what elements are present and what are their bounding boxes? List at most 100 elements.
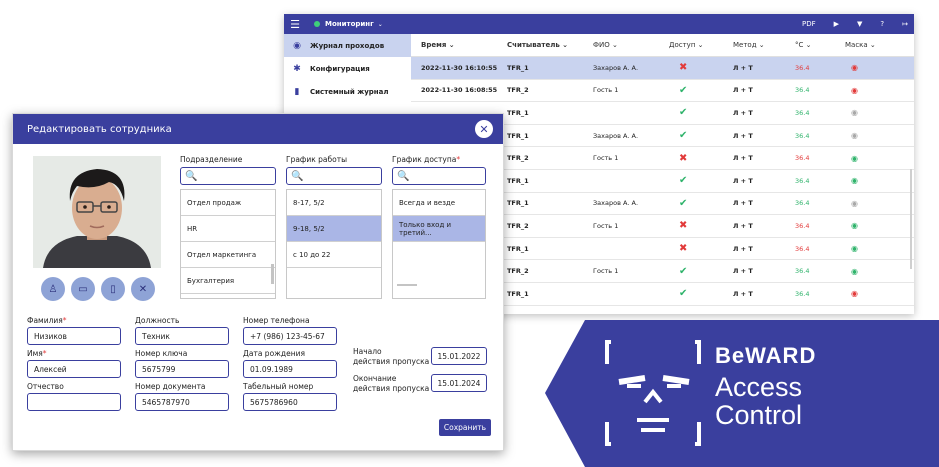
position-field[interactable]: Техник [135,327,229,345]
save-button[interactable]: Сохранить [439,419,491,436]
last-name-field[interactable]: Низиков [27,327,121,345]
card-icon[interactable]: ▭ [71,277,95,301]
time-cell: 2022-11-30 16:08:55 [421,86,498,95]
brand-product-line-1: Access [715,372,803,402]
list-item[interactable]: 8-17, 5/2 [287,190,381,216]
monitoring-title[interactable]: Мониторинг [325,20,374,28]
access-denied-icon: ✖ [679,220,688,232]
list-item[interactable]: с 10 до 22 [287,242,381,268]
reader-cell: TFR_1 [507,63,529,72]
method-cell: Л + Т [733,199,753,208]
column-header-temperature[interactable]: °C ⌄ [795,41,845,49]
close-icon[interactable]: ✕ [475,120,493,138]
access-schedule-list: Всегда и везде Только вход и третий... [392,189,486,299]
work-schedule-label: График работы [286,155,347,164]
fio-cell: Гость 1 [593,154,619,163]
remove-icon[interactable]: ✕ [131,277,155,301]
status-indicator [314,21,320,27]
table-row[interactable]: 2022-11-30 16:10:55 TFR_1 Захаров А. А. ✖ Л … [411,57,914,80]
mask-icon: ◉ [851,63,858,73]
list-item[interactable]: Всегда и везде [393,190,485,216]
gear-icon: ✱ [293,63,301,74]
employee-photo [33,156,161,268]
list-item-selected[interactable]: Только вход и третий... [393,216,485,242]
sidebar-item-label: Журнал проходов [310,41,385,50]
pass-end-field[interactable]: 15.01.2024 [431,374,487,392]
access-granted-icon: ✔ [679,107,688,119]
first-name-label: Имя* [27,349,47,358]
document-number-field[interactable]: 5465787970 [135,393,229,411]
key-number-field[interactable]: 5675799 [135,360,229,378]
reader-cell: TFR_2 [507,267,529,276]
tab-number-field[interactable]: 5675786960 [243,393,337,411]
temperature-cell: 36.4 [795,267,810,276]
fio-cell: Захаров А. А. [593,199,639,208]
table-row[interactable]: 2022-11-30 16:08:55 TFR_2 Гость 1 ✔ Л + Т 36.… [411,80,914,103]
list-item[interactable]: Бухгалтерия [181,268,275,294]
list-item[interactable]: HR [181,216,275,242]
temperature-cell: 36.4 [795,221,810,230]
pdf-button[interactable]: PDF [802,20,816,28]
list-item[interactable]: Отдел продаж [181,190,275,216]
method-cell: Л + Т [733,154,753,163]
column-header-method[interactable]: Метод ⌄ [733,41,795,49]
sidebar-item-configuration[interactable]: ✱ Конфигурация [284,57,411,80]
document-number-label: Номер документа [135,382,206,391]
access-schedule-search-input[interactable]: 🔍 [392,167,486,185]
reader-cell: TFR_1 [507,176,529,185]
exit-icon[interactable]: ↦ [902,20,908,28]
filter-icon[interactable]: ▼ [857,20,862,28]
pass-start-field[interactable]: 15.01.2022 [431,347,487,365]
play-icon[interactable]: ▶ [834,20,839,28]
list-item[interactable]: Отдел маркетинга [181,242,275,268]
mask-icon: ◉ [851,244,858,254]
sidebar-item-system-log[interactable]: ▮ Системный журнал [284,80,411,103]
mask-icon: ◉ [851,198,858,208]
column-header-mask[interactable]: Маска ⌄ [845,41,905,49]
access-schedule-scrollbar[interactable] [397,284,417,286]
departments-search-input[interactable]: 🔍 [180,167,276,185]
column-header-reader[interactable]: Считыватель ⌄ [507,41,593,49]
departments-scrollbar[interactable] [271,264,274,284]
key-number-label: Номер ключа [135,349,188,358]
badge-icon[interactable]: ♙ [41,277,65,301]
access-granted-icon: ✔ [679,265,688,277]
first-name-field[interactable]: Алексей [27,360,121,378]
last-name-label: Фамилия* [27,316,67,325]
column-header-time[interactable]: Время ⌄ [411,41,507,49]
access-granted-icon: ✔ [679,197,688,209]
mask-icon: ◉ [851,153,858,163]
access-granted-icon: ✔ [679,288,688,300]
reader-cell: TFR_1 [507,108,529,117]
table-scrollbar[interactable] [910,169,912,269]
method-cell: Л + Т [733,131,753,140]
patronymic-field[interactable] [27,393,121,411]
access-granted-icon: ✔ [679,130,688,142]
birth-date-field[interactable]: 01.09.1989 [243,360,337,378]
departments-list: Отдел продаж HR Отдел маркетинга Бухгалт… [180,189,276,299]
work-schedule-list: 8-17, 5/2 9-18, 5/2 с 10 до 22 [286,189,382,299]
sidebar-item-access-log[interactable]: ◉ Журнал проходов [284,34,411,57]
hamburger-menu-icon[interactable]: ☰ [284,14,306,34]
column-header-access[interactable]: Доступ ⌄ [669,41,733,49]
work-schedule-search-input[interactable]: 🔍 [286,167,382,185]
help-icon[interactable]: ? [880,20,884,28]
mask-icon: ◉ [851,131,858,141]
method-cell: Л + Т [733,244,753,253]
dialog-title: Редактировать сотрудника [27,123,172,135]
search-icon: 🔍 [291,170,304,182]
access-denied-icon: ✖ [679,62,688,74]
tab-number-label: Табельный номер [243,382,314,391]
chevron-down-icon[interactable]: ⌄ [378,21,383,28]
method-cell: Л + Т [733,267,753,276]
patronymic-label: Отчество [27,382,64,391]
column-header-fio[interactable]: ФИО ⌄ [593,41,669,49]
list-item-selected[interactable]: 9-18, 5/2 [287,216,381,242]
brand-name: BeWARD [715,343,817,368]
mask-icon: ◉ [851,221,858,231]
departments-label: Подразделение [180,155,243,164]
birth-date-label: Дата рождения [243,349,305,358]
temperature-cell: 36.4 [795,131,810,140]
phone-field[interactable]: +7 (986) 123-45-67 [243,327,337,345]
device-icon[interactable]: ▯ [101,277,125,301]
